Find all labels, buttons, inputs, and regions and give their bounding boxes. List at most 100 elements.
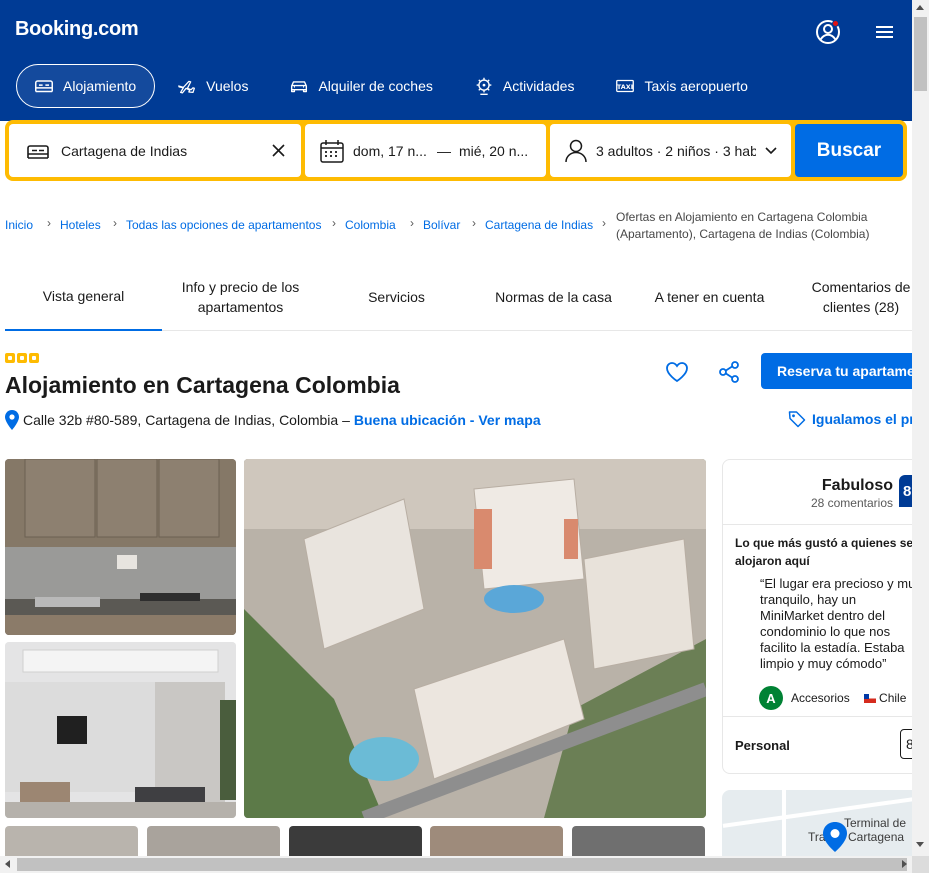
scroll-right-icon[interactable] bbox=[902, 860, 907, 868]
share-icon[interactable] bbox=[716, 359, 742, 385]
breadcrumb-chevron-icon: › bbox=[47, 216, 51, 230]
tab-label: Info y precio de los apartamentos bbox=[181, 278, 300, 315]
booking-logo[interactable]: Booking.com bbox=[15, 18, 139, 41]
reserve-button[interactable]: Reserva tu apartamento bbox=[761, 353, 921, 389]
tab-label: Comentarios de clientes (28) bbox=[811, 278, 911, 315]
vertical-scrollbar[interactable] bbox=[912, 0, 929, 856]
save-heart-icon[interactable] bbox=[664, 359, 690, 385]
map-label: Cartagena bbox=[848, 830, 905, 844]
chile-flag-icon bbox=[863, 694, 876, 704]
price-tag-icon bbox=[788, 411, 806, 428]
nav-flights[interactable]: Vuelos bbox=[159, 64, 267, 108]
breadcrumb: Inicio › Hoteles › Todas las opciones de… bbox=[5, 208, 905, 248]
photo-living-room[interactable] bbox=[5, 642, 236, 818]
bed-icon bbox=[35, 80, 53, 93]
nav-airport-taxis[interactable]: TAXI Taxis aeropuerto bbox=[597, 64, 767, 108]
breadcrumb-hotels[interactable]: Hoteles bbox=[60, 218, 101, 232]
review-author-name: Accesorios bbox=[791, 691, 850, 705]
breadcrumb-home[interactable]: Inicio bbox=[5, 218, 33, 232]
living-room-illustration bbox=[5, 642, 236, 818]
map-label: Terminal de bbox=[844, 816, 907, 830]
review-highlight-heading: Lo que más gustó a quienes se alojaron a… bbox=[735, 536, 914, 568]
divider bbox=[723, 716, 921, 717]
date-separator: — bbox=[436, 142, 451, 159]
tab-info-prices[interactable]: Info y precio de los apartamentos bbox=[168, 262, 313, 331]
photo-kitchen[interactable] bbox=[5, 459, 236, 635]
star-icon bbox=[29, 353, 39, 363]
star-icon bbox=[17, 353, 27, 363]
header: Booking.com Alojamiento Vuelos Alquiler bbox=[0, 0, 912, 121]
scroll-down-icon[interactable] bbox=[916, 842, 924, 847]
nav-flights-label: Vuelos bbox=[206, 78, 249, 94]
tab-guest-reviews[interactable]: Comentarios de clientes (28) bbox=[795, 262, 925, 331]
nav-attractions[interactable]: Actividades bbox=[456, 64, 594, 108]
breadcrumb-current: Ofertas en Alojamiento en Cartagena Colo… bbox=[616, 210, 870, 241]
map-pin-icon bbox=[823, 822, 847, 852]
nav-stays[interactable]: Alojamiento bbox=[16, 64, 156, 108]
guests-value: 3 adultos · 2 niños · 3 hab bbox=[596, 142, 756, 159]
show-map-link[interactable]: Buena ubicación - Ver mapa bbox=[354, 412, 541, 428]
review-author: A Accesorios Chile bbox=[759, 686, 906, 710]
review-quote: “El lugar era precioso y muy tranquilo, … bbox=[760, 576, 922, 671]
breadcrumb-city[interactable]: Cartagena de Indias bbox=[485, 218, 593, 232]
guests-field[interactable]: 3 adultos · 2 niños · 3 hab bbox=[550, 124, 791, 177]
address-text: Calle 32b #80-589, Cartagena de Indias, … bbox=[23, 412, 350, 428]
review-author-country: Chile bbox=[879, 691, 907, 705]
breadcrumb-region[interactable]: Bolívar bbox=[423, 218, 460, 232]
destination-field[interactable]: Cartagena de Indias bbox=[9, 124, 301, 177]
page: Booking.com Alojamiento Vuelos Alquiler bbox=[0, 0, 929, 873]
scroll-thumb[interactable] bbox=[914, 17, 927, 91]
search-button[interactable]: Buscar bbox=[795, 124, 903, 177]
clear-icon[interactable] bbox=[272, 144, 285, 157]
checkout-value: mié, 20 n... bbox=[458, 142, 529, 159]
scrollbar-corner bbox=[912, 856, 929, 873]
nav-airport-taxis-label: Taxis aeropuerto bbox=[644, 78, 748, 94]
review-card[interactable]: Fabuloso 28 comentarios 8 Lo que más gus… bbox=[722, 459, 922, 774]
staff-rating-label: Personal bbox=[735, 738, 790, 753]
divider bbox=[723, 524, 921, 525]
bed-icon bbox=[27, 144, 49, 159]
nav-car-rental-label: Alquiler de coches bbox=[318, 78, 433, 94]
property-title: Alojamiento en Cartagena Colombia bbox=[5, 372, 400, 398]
dates-field[interactable]: dom, 17 n... — mié, 20 n... bbox=[305, 124, 546, 177]
tab-label: Servicios bbox=[368, 288, 425, 305]
scroll-up-icon[interactable] bbox=[916, 5, 924, 10]
chevron-down-icon bbox=[765, 147, 777, 155]
notification-dot bbox=[832, 20, 839, 27]
scroll-thumb[interactable] bbox=[17, 858, 907, 871]
tab-label: Vista general bbox=[42, 287, 125, 304]
breadcrumb-apartments[interactable]: Todas las opciones de apartamentos bbox=[126, 218, 321, 232]
tab-fine-print[interactable]: A tener en cuenta bbox=[637, 262, 782, 331]
star-rating bbox=[5, 353, 39, 363]
hamburger-menu-icon[interactable] bbox=[870, 18, 898, 46]
breadcrumb-chevron-icon: › bbox=[472, 216, 476, 230]
nav-car-rental[interactable]: Alquiler de coches bbox=[271, 64, 451, 108]
avatar: A bbox=[759, 686, 783, 710]
photo-aerial-complex[interactable] bbox=[244, 459, 706, 818]
destination-value: Cartagena de Indias bbox=[61, 142, 188, 159]
attractions-icon bbox=[476, 77, 492, 95]
nav-attractions-label: Actividades bbox=[502, 78, 575, 94]
checkin-value: dom, 17 n... bbox=[353, 142, 427, 159]
kitchen-illustration bbox=[5, 459, 236, 635]
search-bar: Cartagena de Indias dom, 17 n... — mié, … bbox=[5, 120, 907, 181]
tab-label: Normas de la casa bbox=[495, 288, 612, 305]
horizontal-scrollbar[interactable] bbox=[0, 856, 912, 873]
svg-text:TAXI: TAXI bbox=[617, 83, 633, 91]
taxi-icon: TAXI bbox=[616, 79, 635, 93]
car-icon bbox=[291, 81, 308, 93]
location-pin-icon bbox=[5, 410, 19, 430]
tab-label: A tener en cuenta bbox=[654, 288, 765, 305]
breadcrumb-chevron-icon: › bbox=[410, 216, 414, 230]
breadcrumb-chevron-icon: › bbox=[602, 216, 606, 230]
aerial-illustration bbox=[244, 459, 706, 818]
tab-facilities[interactable]: Servicios bbox=[325, 262, 468, 331]
tab-house-rules[interactable]: Normas de la casa bbox=[481, 262, 626, 331]
star-icon bbox=[5, 353, 15, 363]
price-match-link[interactable]: Igualamos el precio bbox=[788, 410, 929, 428]
breadcrumb-country[interactable]: Colombia bbox=[345, 218, 396, 232]
scroll-left-icon[interactable] bbox=[5, 860, 10, 868]
person-icon bbox=[565, 139, 587, 162]
calendar-icon bbox=[320, 139, 344, 163]
tab-overview[interactable]: Vista general bbox=[5, 262, 162, 331]
